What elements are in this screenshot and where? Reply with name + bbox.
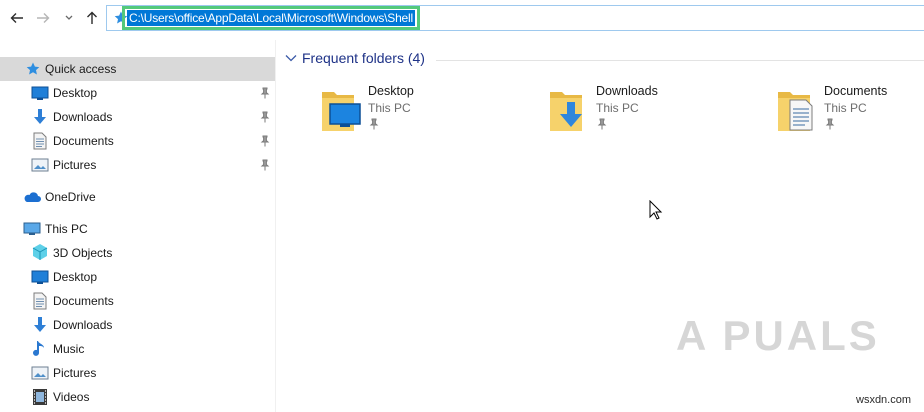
desktop-icon xyxy=(31,84,49,102)
star-icon xyxy=(24,60,42,78)
chevron-down-icon xyxy=(285,55,297,62)
sidebar-item-label: Music xyxy=(53,342,85,356)
desktop-icon xyxy=(31,268,49,286)
folder-name: Downloads xyxy=(596,84,658,98)
pin-icon xyxy=(260,111,270,123)
site-watermark: wsxdn.com xyxy=(856,394,912,406)
file-explorer-window: C:\Users\office\AppData\Local\Microsoft\… xyxy=(0,0,924,412)
downloads-folder-icon xyxy=(550,92,582,131)
3d-objects-icon xyxy=(31,243,49,261)
sidebar-item-qa-documents[interactable]: Documents xyxy=(0,129,275,153)
sidebar-item-3d-objects[interactable]: 3D Objects xyxy=(0,241,275,265)
mouse-cursor-icon xyxy=(649,200,663,220)
pin-icon xyxy=(260,135,270,147)
pin-icon xyxy=(260,159,270,171)
frequent-folders-header[interactable]: Frequent folders (4) xyxy=(284,50,425,66)
forward-button[interactable] xyxy=(34,8,52,28)
music-icon xyxy=(31,340,49,358)
sidebar-item-pc-downloads[interactable]: Downloads xyxy=(0,313,275,337)
address-path-highlight[interactable]: C:\Users\office\AppData\Local\Microsoft\… xyxy=(122,6,420,30)
navigation-pane: Quick access Desktop Downloads Documents xyxy=(0,40,275,412)
pin-icon xyxy=(597,118,607,130)
folder-tile-desktop[interactable]: Desktop This PC xyxy=(320,82,540,138)
folder-name: Documents xyxy=(824,84,888,98)
appuals-watermark: A PUALS xyxy=(676,312,886,376)
desktop-folder-icon xyxy=(322,92,361,131)
sidebar-item-videos[interactable]: Videos xyxy=(0,385,275,409)
group-title: Frequent folders (4) xyxy=(302,50,425,66)
documents-folder-icon xyxy=(778,92,813,131)
sidebar-item-onedrive[interactable]: OneDrive xyxy=(0,185,275,209)
pin-icon xyxy=(825,118,835,130)
watermark-logo-text: A PUALS xyxy=(676,312,880,359)
computer-icon xyxy=(23,220,41,238)
folder-tile-downloads[interactable]: Downloads This PC xyxy=(548,82,768,138)
downloads-icon xyxy=(31,108,49,126)
sidebar-item-label: Desktop xyxy=(53,86,98,100)
recent-locations-button[interactable] xyxy=(62,8,76,28)
sidebar-item-pc-pictures[interactable]: Pictures xyxy=(0,361,275,385)
back-button[interactable] xyxy=(8,8,26,28)
navigation-bar: C:\Users\office\AppData\Local\Microsoft\… xyxy=(0,0,924,40)
sidebar-item-label: Downloads xyxy=(53,318,113,332)
pictures-icon xyxy=(31,364,49,382)
sidebar-item-qa-desktop[interactable]: Desktop xyxy=(0,81,275,105)
folder-location: This PC xyxy=(596,101,639,115)
sidebar-item-this-pc[interactable]: This PC xyxy=(0,217,275,241)
pin-icon xyxy=(369,118,379,130)
up-button[interactable] xyxy=(83,8,101,28)
pin-icon xyxy=(260,87,270,99)
sidebar-item-pc-documents[interactable]: Documents xyxy=(0,289,275,313)
sidebar-item-label: Downloads xyxy=(53,110,113,124)
chevron-down-icon xyxy=(65,15,73,20)
sidebar-item-label: 3D Objects xyxy=(53,246,113,260)
documents-icon xyxy=(31,292,49,310)
sidebar-item-label: OneDrive xyxy=(45,190,96,204)
folder-name: Desktop xyxy=(368,84,414,98)
videos-icon xyxy=(31,388,49,406)
sidebar-item-qa-downloads[interactable]: Downloads xyxy=(0,105,275,129)
documents-icon xyxy=(31,132,49,150)
pictures-icon xyxy=(31,156,49,174)
arrow-left-icon xyxy=(10,13,23,23)
sidebar-item-music[interactable]: Music xyxy=(0,337,275,361)
sidebar-item-label: Documents xyxy=(53,294,114,308)
folder-tile-documents[interactable]: Documents This PC xyxy=(776,82,924,138)
address-path-text[interactable]: C:\Users\office\AppData\Local\Microsoft\… xyxy=(127,10,415,26)
sidebar-item-qa-pictures[interactable]: Pictures xyxy=(0,153,275,177)
sidebar-item-label: Videos xyxy=(53,390,90,404)
cloud-icon xyxy=(23,188,41,206)
sidebar-item-label: Quick access xyxy=(45,62,117,76)
group-separator xyxy=(436,60,924,61)
sidebar-item-label: Pictures xyxy=(53,366,97,380)
sidebar-item-label: Desktop xyxy=(53,270,98,284)
sidebar-item-label: This PC xyxy=(45,222,88,236)
folder-location: This PC xyxy=(824,101,867,115)
downloads-icon xyxy=(31,316,49,334)
sidebar-item-label: Documents xyxy=(53,134,114,148)
sidebar-item-quick-access[interactable]: Quick access xyxy=(0,57,275,81)
sidebar-item-label: Pictures xyxy=(53,158,97,172)
arrow-right-icon xyxy=(37,13,50,23)
sidebar-item-pc-desktop[interactable]: Desktop xyxy=(0,265,275,289)
arrow-up-icon xyxy=(87,11,97,24)
folder-location: This PC xyxy=(368,101,411,115)
